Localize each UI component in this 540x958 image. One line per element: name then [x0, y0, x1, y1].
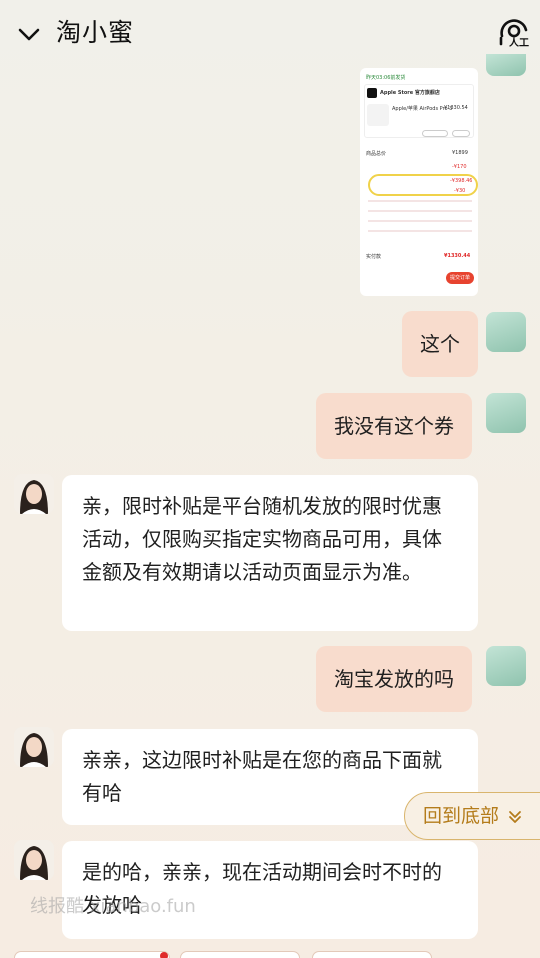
- avatar: [486, 54, 526, 76]
- shot-discount-1: -¥170: [452, 164, 467, 170]
- shot-pay: ¥1330.44: [444, 253, 471, 259]
- message-bubble: 是的哈，亲亲，现在活动期间会时不时的发放哈: [62, 841, 478, 939]
- back-to-bottom-button[interactable]: 回到底部: [404, 792, 540, 840]
- avatar: [14, 840, 54, 880]
- avatar: [14, 474, 54, 514]
- apple-logo-icon: [367, 88, 377, 98]
- shot-discount-2: -¥398.46: [450, 178, 472, 184]
- agent-label: 人工: [509, 38, 529, 49]
- message-bubble: 这个: [402, 311, 478, 377]
- quick-reply-chip[interactable]: [312, 951, 432, 958]
- shot-status: 昨天03:06前发货: [366, 75, 406, 81]
- shot-product: Apple/苹果 AirPods Pro 3: [392, 106, 452, 112]
- shot-subtotal: ¥1899: [452, 150, 468, 156]
- quick-reply-chip[interactable]: [14, 951, 170, 958]
- top-bar: 淘小蜜 人工: [0, 0, 540, 66]
- shot-discount-3: -¥30: [454, 188, 466, 194]
- message-bubble: 淘宝发放的吗: [316, 646, 472, 712]
- quick-reply-chip[interactable]: [180, 951, 300, 958]
- shot-pay-button: 提交订单: [446, 272, 474, 284]
- double-chevron-down-icon: [509, 810, 521, 823]
- chevron-down-icon[interactable]: [14, 20, 44, 50]
- avatar: [486, 646, 526, 686]
- avatar: [486, 393, 526, 433]
- page-title: 淘小蜜: [56, 18, 135, 47]
- watermark: 线报酷 xianbao.fun: [30, 896, 196, 917]
- shot-product-price: ¥1330.54: [444, 105, 468, 111]
- avatar: [486, 312, 526, 352]
- notification-dot: [160, 952, 168, 958]
- screenshot-image[interactable]: 昨天03:06前发货 Apple Store 官方旗舰店 Apple/苹果 Ai…: [360, 68, 478, 296]
- avatar: [14, 727, 54, 767]
- message-bubble: 亲，限时补贴是平台随机发放的限时优惠活动，仅限购买指定实物商品可用，具体金额及有…: [62, 475, 478, 631]
- shot-store: Apple Store 官方旗舰店: [380, 90, 440, 96]
- back-to-bottom-label: 回到底部: [423, 805, 500, 827]
- product-thumb: [367, 104, 389, 126]
- message-bubble: 我没有这个券: [316, 393, 472, 459]
